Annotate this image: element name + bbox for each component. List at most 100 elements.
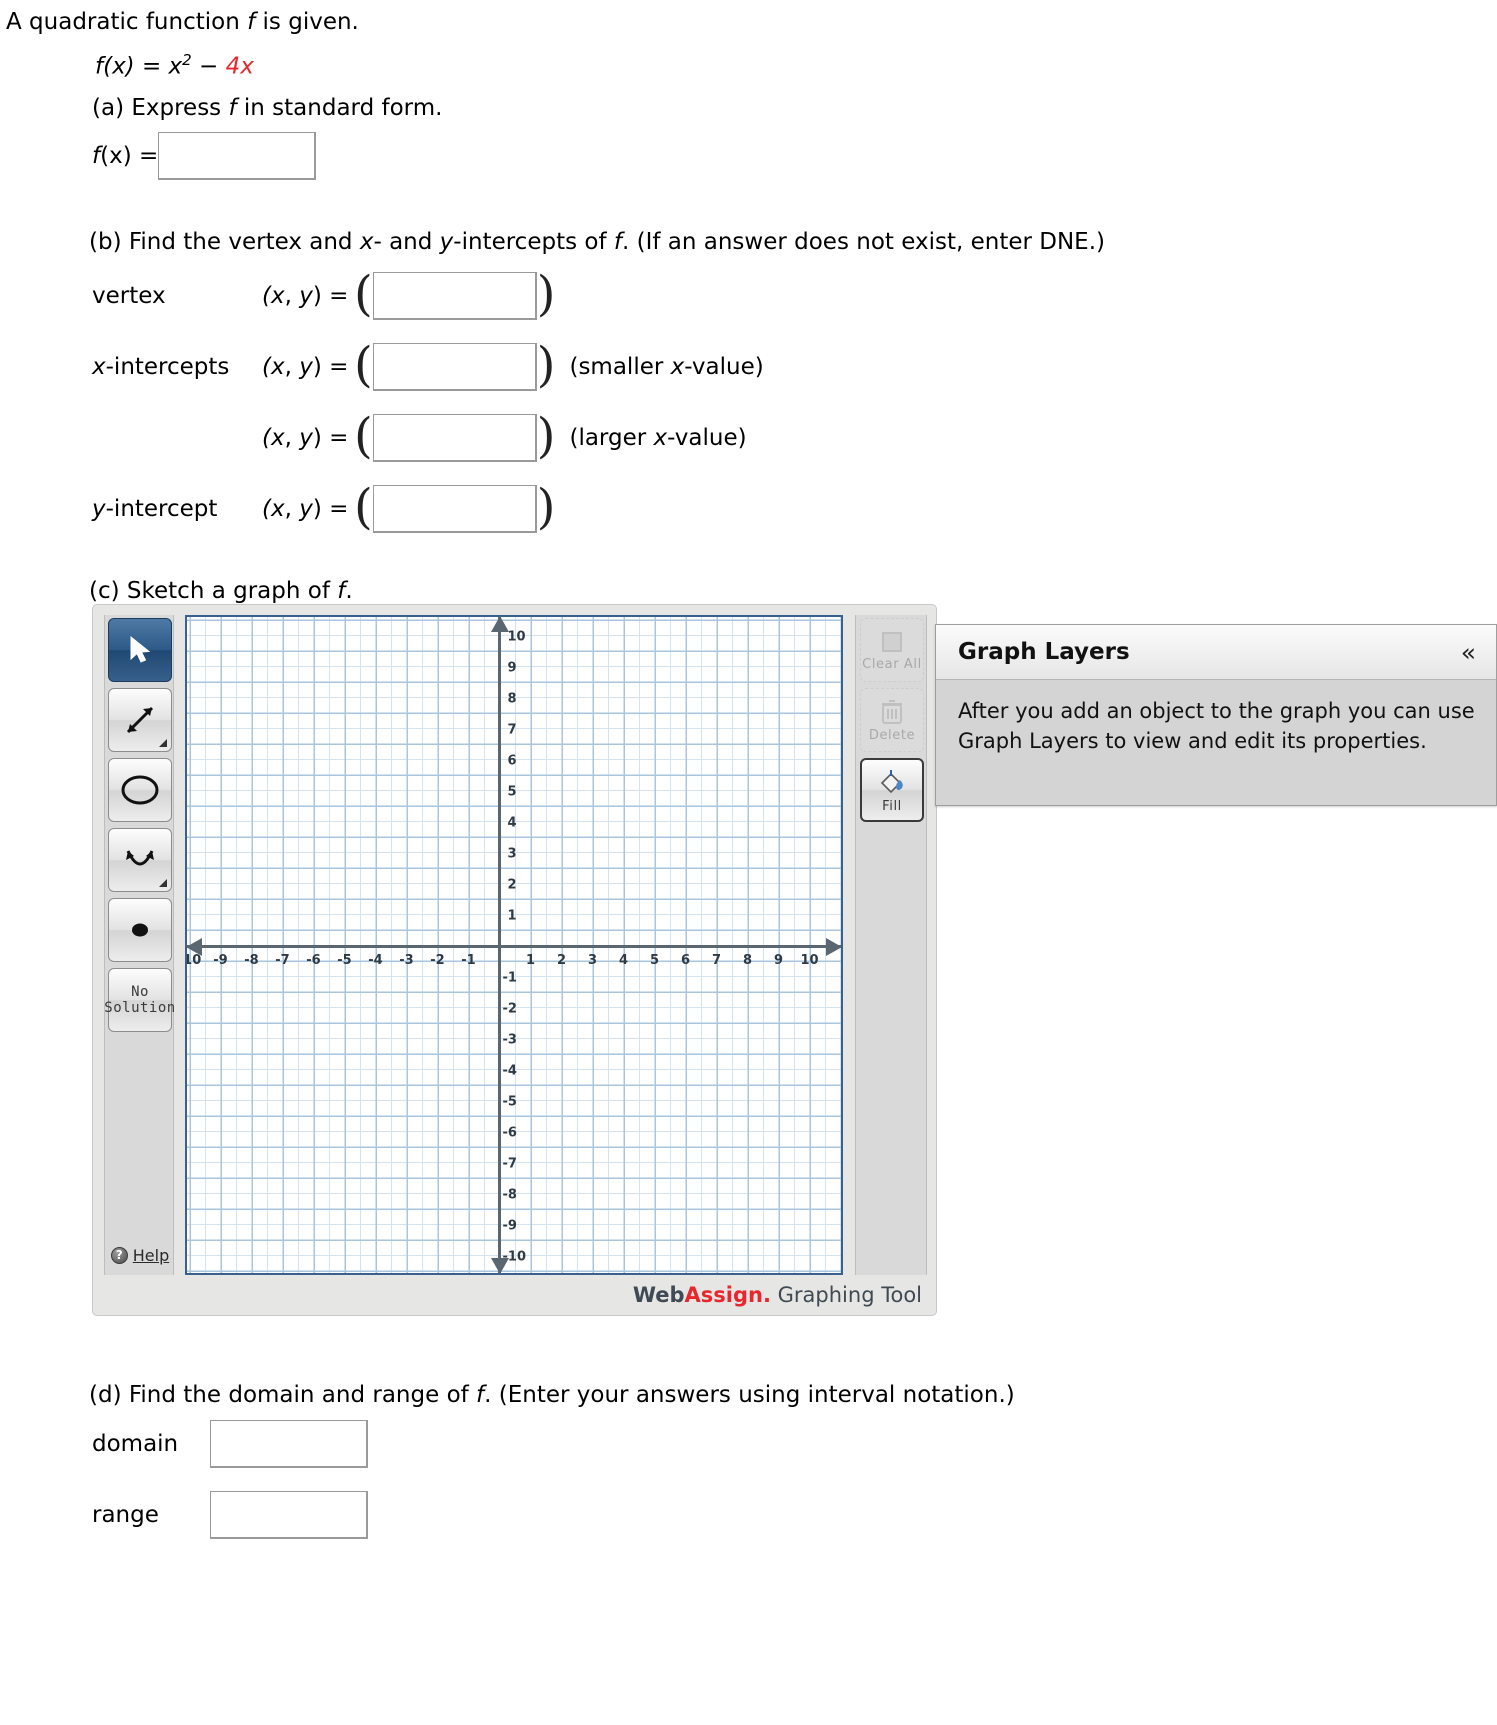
x-intercept-smaller-row: x-intercepts (x, y) = ( ) (smaller x-val… bbox=[92, 337, 764, 393]
x-tick-5: 5 bbox=[649, 952, 660, 968]
help-button[interactable]: ? Help bbox=[108, 1241, 172, 1269]
part-c-tail: . bbox=[345, 578, 353, 604]
circle-tool[interactable] bbox=[108, 758, 172, 822]
graph-layers-header: Graph Layers « bbox=[936, 625, 1496, 680]
y-tick-9: 9 bbox=[507, 660, 517, 675]
y-tick--8: -8 bbox=[502, 1187, 517, 1202]
vertex-close-paren: ) bbox=[536, 266, 556, 322]
x-tick-8: 8 bbox=[742, 952, 753, 968]
domain-input[interactable] bbox=[210, 1420, 368, 1468]
x-tick-4: 4 bbox=[618, 952, 629, 968]
y-tick-5: 5 bbox=[507, 784, 517, 799]
y-tick--9: -9 bbox=[502, 1218, 517, 1233]
y-intercept-label: y-intercept bbox=[92, 496, 262, 522]
point-tool[interactable] bbox=[108, 898, 172, 962]
formula-lead: f(x) = x bbox=[95, 53, 183, 80]
standard-form-input[interactable] bbox=[158, 132, 317, 180]
part-b-f: f bbox=[613, 229, 622, 255]
y-tick-10: 10 bbox=[507, 629, 526, 644]
collapse-chevron-icon[interactable]: « bbox=[1461, 640, 1476, 665]
x-axis bbox=[187, 945, 841, 948]
x-intercept-larger-input[interactable] bbox=[372, 414, 537, 462]
y-tick-3: 3 bbox=[507, 846, 517, 861]
range-input[interactable] bbox=[210, 1491, 368, 1539]
x-tick--3: -3 bbox=[399, 952, 414, 968]
fill-button[interactable]: Fill bbox=[860, 758, 924, 822]
y-intercept-open-paren: ( bbox=[354, 479, 373, 535]
graph-layers-panel: Graph Layers « After you add an object t… bbox=[935, 624, 1497, 806]
x-tick--5: -5 bbox=[337, 952, 352, 968]
x-tick--6: -6 bbox=[306, 952, 321, 968]
x-intercept-smaller-open-paren: ( bbox=[354, 337, 373, 393]
x-intercepts-label-rest: -intercepts bbox=[105, 354, 230, 380]
delete-button[interactable]: Delete bbox=[860, 688, 924, 752]
brand-graphing-tool: Graphing Tool bbox=[770, 1283, 922, 1307]
parabola-tool[interactable] bbox=[108, 828, 172, 892]
x-tick--9: -9 bbox=[213, 952, 228, 968]
question-mark-icon: ? bbox=[110, 1246, 128, 1264]
x-tick-1: 1 bbox=[525, 952, 536, 968]
part-c-lead: (c) Sketch a graph of bbox=[89, 578, 338, 604]
no-solution-tool[interactable]: No Solution bbox=[104, 968, 175, 1032]
larger-x-value-note: (larger x-value) bbox=[569, 425, 747, 451]
y-tick--5: -5 bbox=[502, 1094, 517, 1109]
fx-label-f: f bbox=[92, 143, 101, 169]
y-tick--4: -4 bbox=[502, 1063, 517, 1078]
x-tick-7: 7 bbox=[711, 952, 722, 968]
part-b-of: -intercepts of bbox=[453, 229, 614, 255]
formula-exponent: 2 bbox=[182, 51, 192, 69]
vertex-input[interactable] bbox=[372, 272, 537, 320]
y-intercept-xy-label: (x, y) = bbox=[262, 496, 349, 522]
y-tick--2: -2 bbox=[502, 1001, 517, 1016]
range-label: range bbox=[92, 1502, 159, 1528]
part-a-tail: in standard form. bbox=[236, 95, 443, 121]
x-intercepts-label-x: x bbox=[92, 354, 106, 380]
x-intercept-larger-xy-label: (x, y) = bbox=[262, 425, 349, 451]
clear-all-label: Clear All bbox=[862, 656, 922, 672]
part-a-lead: (a) Express bbox=[92, 95, 229, 121]
x-tick--4: -4 bbox=[368, 952, 383, 968]
part-a-answer-row: f(x) = bbox=[92, 132, 317, 180]
intro-function-symbol: f bbox=[247, 9, 256, 35]
y-tick--6: -6 bbox=[502, 1125, 517, 1140]
no-solution-label: No Solution bbox=[104, 983, 176, 1016]
fill-label: Fill bbox=[882, 798, 902, 814]
part-b-x: x bbox=[359, 229, 374, 255]
clear-all-button[interactable]: Clear All bbox=[860, 618, 924, 682]
y-axis bbox=[498, 617, 501, 1273]
square-outline-icon bbox=[882, 631, 902, 652]
graph-layers-title: Graph Layers bbox=[958, 639, 1130, 665]
domain-row: domain bbox=[92, 1420, 368, 1468]
y-tick--1: -1 bbox=[502, 970, 517, 985]
trash-can-icon bbox=[882, 699, 902, 724]
parabola-tool-expand-corner[interactable] bbox=[159, 879, 167, 887]
line-tool-expand-corner[interactable] bbox=[159, 739, 167, 747]
range-row: range bbox=[92, 1491, 368, 1539]
formula-red-term: 4x bbox=[225, 53, 254, 80]
vertex-open-paren: ( bbox=[354, 266, 373, 322]
circle-icon bbox=[121, 775, 159, 805]
y-tick-6: 6 bbox=[507, 753, 517, 768]
x-tick-2: 2 bbox=[556, 952, 567, 968]
x-intercept-larger-open-paren: ( bbox=[354, 408, 373, 464]
y-tick--7: -7 bbox=[502, 1156, 517, 1171]
part-b-heading: (b) Find the vertex and x- and y-interce… bbox=[89, 228, 1105, 257]
y-tick-7: 7 bbox=[507, 722, 517, 737]
select-arrow-tool[interactable] bbox=[108, 618, 172, 682]
vertex-xy-label: (x, y) = bbox=[262, 283, 349, 309]
line-tool[interactable] bbox=[108, 688, 172, 752]
x-intercept-smaller-input[interactable] bbox=[372, 343, 537, 391]
x-tick--2: -2 bbox=[430, 952, 445, 968]
x-tick--1: -1 bbox=[461, 952, 476, 968]
brand-web: Web bbox=[632, 1283, 685, 1307]
part-c-heading: (c) Sketch a graph of f. bbox=[89, 577, 353, 606]
part-b-y: y bbox=[439, 229, 454, 255]
part-d-lead: (d) Find the domain and range of bbox=[89, 1382, 477, 1408]
y-intercept-label-rest: -intercept bbox=[105, 496, 218, 522]
vertex-row: vertex (x, y) = ( ) bbox=[92, 266, 556, 322]
x-tick--10: -10 bbox=[187, 952, 202, 968]
graph-canvas[interactable]: -10 -9 -8 -7 -6 -5 -4 -3 -2 -1 1 2 3 4 5 6 7 8 9 10 10 9 8 7 6 5… bbox=[185, 615, 843, 1275]
help-label: Help bbox=[132, 1245, 170, 1265]
part-b-tail: . (If an answer does not exist, enter DN… bbox=[621, 229, 1105, 255]
y-intercept-input[interactable] bbox=[372, 485, 537, 533]
